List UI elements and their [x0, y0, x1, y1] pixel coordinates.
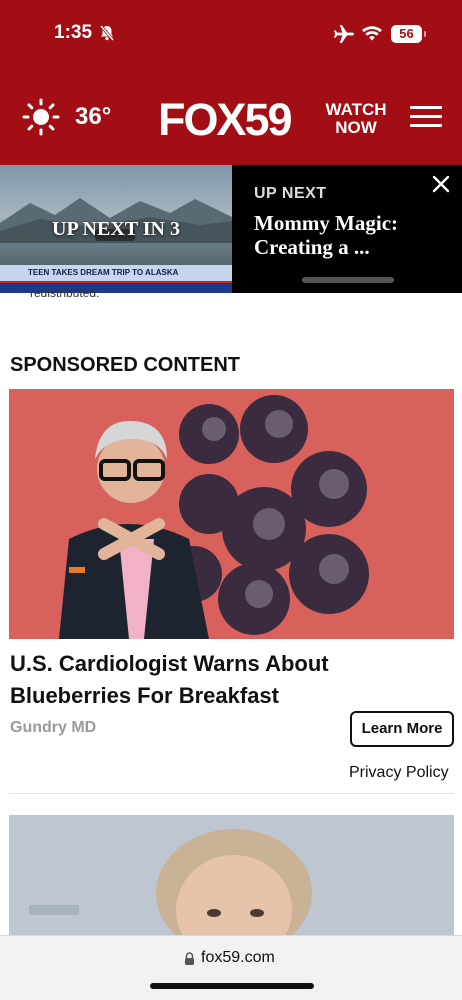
- watch-now-button[interactable]: WATCH NOW: [324, 101, 388, 137]
- home-indicator[interactable]: [150, 983, 314, 989]
- learn-more-button[interactable]: Learn More: [350, 711, 454, 747]
- news-ticker: TEEN TAKES DREAM TRIP TO ALASKA: [0, 265, 232, 281]
- sponsored-image[interactable]: [9, 389, 454, 639]
- privacy-policy-link[interactable]: Privacy Policy: [349, 764, 449, 782]
- airplane-mode-icon: [334, 25, 354, 43]
- status-time: 1:35: [54, 22, 93, 43]
- url-text[interactable]: fox59.com: [201, 949, 275, 967]
- doctor-blueberries-illustration: [9, 389, 454, 639]
- sun-icon: [22, 98, 60, 136]
- article-text-fragment: redistributed.: [30, 286, 100, 300]
- sponsored-image-2[interactable]: [9, 815, 454, 945]
- next-video-title[interactable]: Mommy Magic: Creating a ...: [254, 211, 454, 259]
- woman-portrait-illustration: [9, 815, 454, 945]
- menu-icon[interactable]: [410, 106, 442, 128]
- status-bar: 1:35 56: [0, 0, 462, 70]
- sponsor-name: Gundry MD: [10, 719, 97, 736]
- fox59-logo[interactable]: FOX59: [158, 94, 293, 146]
- watch-now-line1: WATCH: [325, 100, 387, 119]
- countdown-label: UP NEXT IN 3: [52, 218, 180, 240]
- bell-muted-icon: [99, 25, 115, 41]
- temperature: 36°: [75, 103, 112, 130]
- weather-widget[interactable]: 36°: [22, 98, 111, 136]
- sponsored-headline[interactable]: U.S. Cardiologist Warns About Blueberrie…: [10, 648, 440, 712]
- lock-icon: [185, 952, 194, 965]
- browser-address-bar[interactable]: fox59.com: [0, 935, 462, 1000]
- divider: [9, 793, 454, 794]
- video-player[interactable]: UP NEXT IN 3 TEEN TAKES DREAM TRIP TO AL…: [0, 165, 462, 293]
- battery-indicator: 56: [391, 25, 426, 43]
- video-thumbnail[interactable]: UP NEXT IN 3 TEEN TAKES DREAM TRIP TO AL…: [0, 165, 232, 293]
- progress-handle[interactable]: [302, 277, 394, 283]
- close-icon[interactable]: [430, 173, 452, 195]
- sponsored-section-title: SPONSORED CONTENT: [10, 354, 241, 376]
- watch-now-line2: NOW: [335, 118, 377, 137]
- wifi-icon: [362, 26, 382, 41]
- header-bar: 1:35 56 36° FOX59 WATCH NOW: [0, 0, 462, 165]
- up-next-panel[interactable]: UP NEXT Mommy Magic: Creating a ...: [232, 165, 462, 293]
- up-next-label: UP NEXT: [254, 185, 327, 202]
